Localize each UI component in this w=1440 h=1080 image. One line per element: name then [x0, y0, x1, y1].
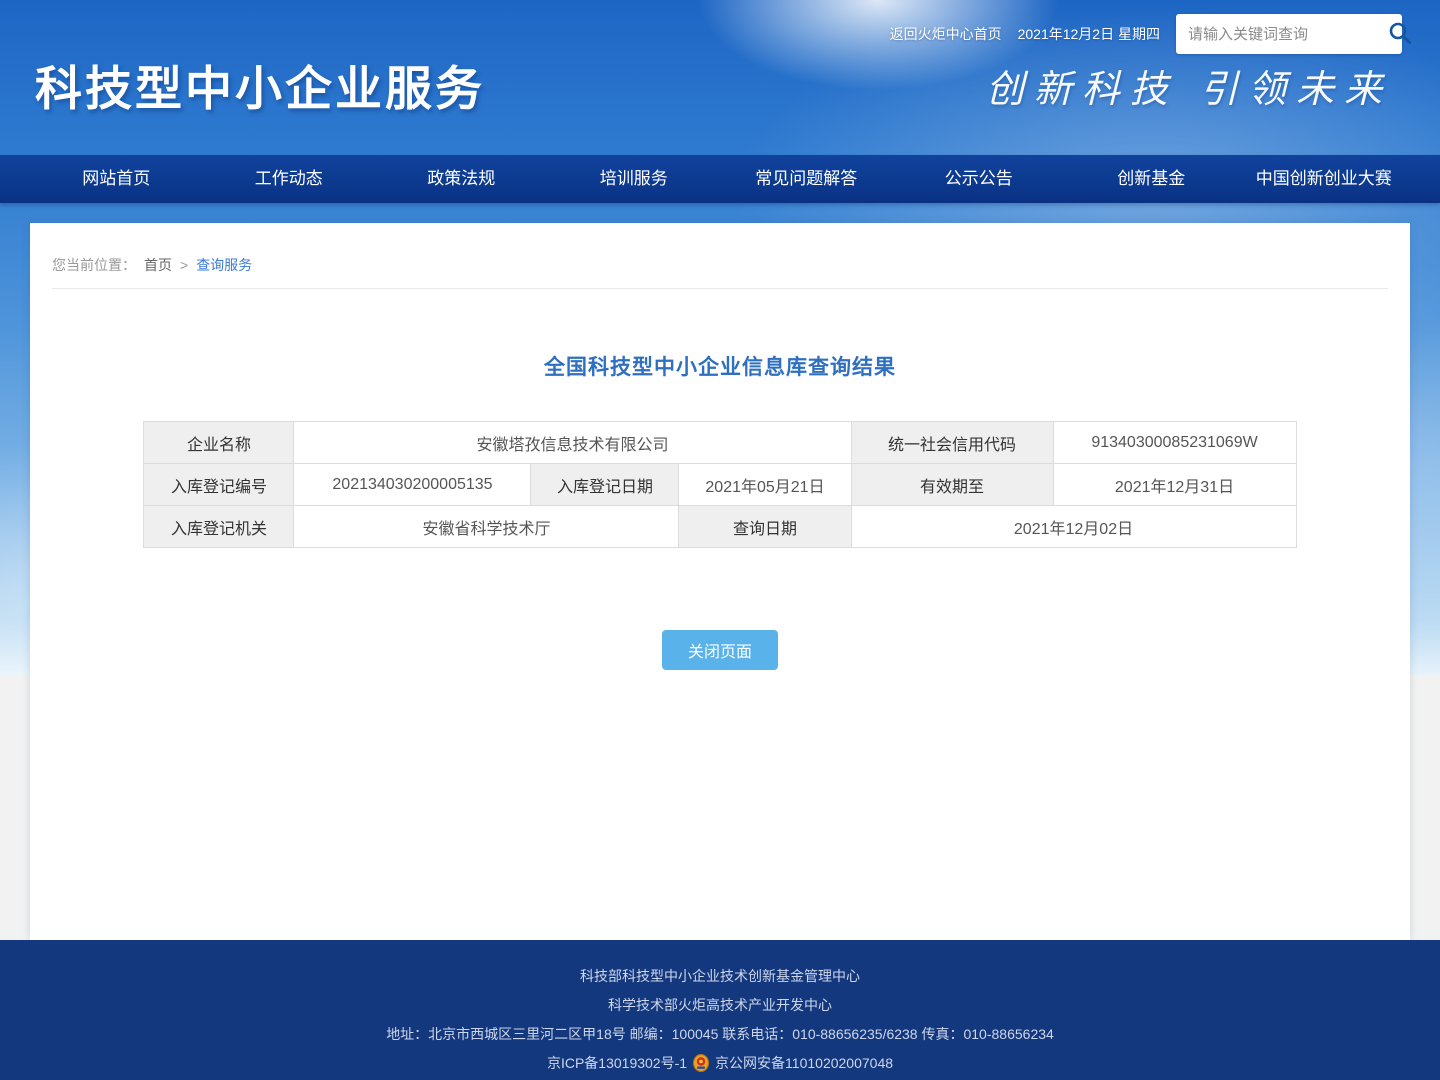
police-badge-icon: [692, 1054, 710, 1072]
header-top-bar: 返回火炬中心首页 2021年12月2日 星期四: [890, 14, 1402, 54]
nav-item-work-news[interactable]: 工作动态: [203, 155, 376, 203]
site-logo: 科技型中小企业服务: [35, 50, 485, 119]
search-box: [1176, 14, 1402, 54]
reg-number-label: 入库登记编号: [144, 464, 294, 506]
breadcrumb-current-link[interactable]: 查询服务: [196, 255, 252, 275]
search-button[interactable]: [1387, 17, 1413, 51]
police-registration-link[interactable]: 京公网安备11010202007048: [715, 1053, 893, 1073]
reg-org-label: 入库登记机关: [144, 506, 294, 548]
site-slogan: 创新科技 引领未来: [986, 58, 1392, 113]
page-title: 全国科技型中小企业信息库查询结果: [30, 351, 1410, 381]
reg-org-value: 安徽省科学技术厅: [294, 506, 679, 548]
company-name-value: 安徽塔孜信息技术有限公司: [294, 422, 851, 464]
nav-item-faq[interactable]: 常见问题解答: [720, 155, 893, 203]
content-panel: 您当前位置： 首页 > 查询服务 全国科技型中小企业信息库查询结果 企业名称 安…: [30, 223, 1410, 940]
reg-number-value: 202134030200005135: [294, 464, 531, 506]
footer: 科技部科技型中小企业技术创新基金管理中心 科学技术部火炬高技术产业开发中心 地址…: [0, 940, 1440, 1080]
nav-item-home[interactable]: 网站首页: [30, 155, 203, 203]
credit-code-value: 91340300085231069W: [1053, 422, 1296, 464]
footer-org-line-1: 科技部科技型中小企业技术创新基金管理中心: [580, 966, 860, 986]
query-date-label: 查询日期: [679, 506, 851, 548]
current-date: 2021年12月2日 星期四: [1018, 24, 1160, 44]
nav-item-innovation-fund[interactable]: 创新基金: [1065, 155, 1238, 203]
breadcrumb-prefix: 您当前位置：: [52, 255, 136, 275]
return-torch-home-link[interactable]: 返回火炬中心首页: [890, 24, 1002, 44]
breadcrumb-home-link[interactable]: 首页: [144, 255, 172, 275]
valid-until-label: 有效期至: [851, 464, 1053, 506]
footer-org-line-2: 科学技术部火炬高技术产业开发中心: [608, 995, 832, 1015]
table-row: 入库登记编号 202134030200005135 入库登记日期 2021年05…: [144, 464, 1296, 506]
footer-contact-line: 地址：北京市西城区三里河二区甲18号 邮编：100045 联系电话：010-88…: [386, 1024, 1054, 1044]
icp-license-link[interactable]: 京ICP备13019302号-1: [547, 1053, 687, 1073]
company-name-label: 企业名称: [144, 422, 294, 464]
main-navigation: 网站首页 工作动态 政策法规 培训服务 常见问题解答 公示公告 创新基金 中国创…: [0, 155, 1440, 203]
nav-item-policies[interactable]: 政策法规: [375, 155, 548, 203]
search-input[interactable]: [1188, 26, 1387, 43]
query-date-value: 2021年12月02日: [851, 506, 1296, 548]
reg-date-value: 2021年05月21日: [679, 464, 851, 506]
nav-item-announcements[interactable]: 公示公告: [893, 155, 1066, 203]
footer-beian-line: 京ICP备13019302号-1 京公网安备11010202007048: [547, 1053, 893, 1073]
close-page-button[interactable]: 关闭页面: [662, 630, 778, 670]
table-row: 企业名称 安徽塔孜信息技术有限公司 统一社会信用代码 9134030008523…: [144, 422, 1296, 464]
breadcrumb: 您当前位置： 首页 > 查询服务: [30, 223, 1410, 275]
breadcrumb-divider: [52, 288, 1388, 289]
search-icon: [1387, 20, 1413, 49]
nav-items-container: 网站首页 工作动态 政策法规 培训服务 常见问题解答 公示公告 创新基金 中国创…: [30, 155, 1410, 203]
reg-date-label: 入库登记日期: [531, 464, 679, 506]
query-result-table: 企业名称 安徽塔孜信息技术有限公司 统一社会信用代码 9134030008523…: [143, 421, 1296, 548]
credit-code-label: 统一社会信用代码: [851, 422, 1053, 464]
nav-item-training[interactable]: 培训服务: [548, 155, 721, 203]
breadcrumb-separator: >: [180, 257, 188, 273]
valid-until-value: 2021年12月31日: [1053, 464, 1296, 506]
table-row: 入库登记机关 安徽省科学技术厅 查询日期 2021年12月02日: [144, 506, 1296, 548]
nav-item-competition[interactable]: 中国创新创业大赛: [1238, 155, 1411, 203]
